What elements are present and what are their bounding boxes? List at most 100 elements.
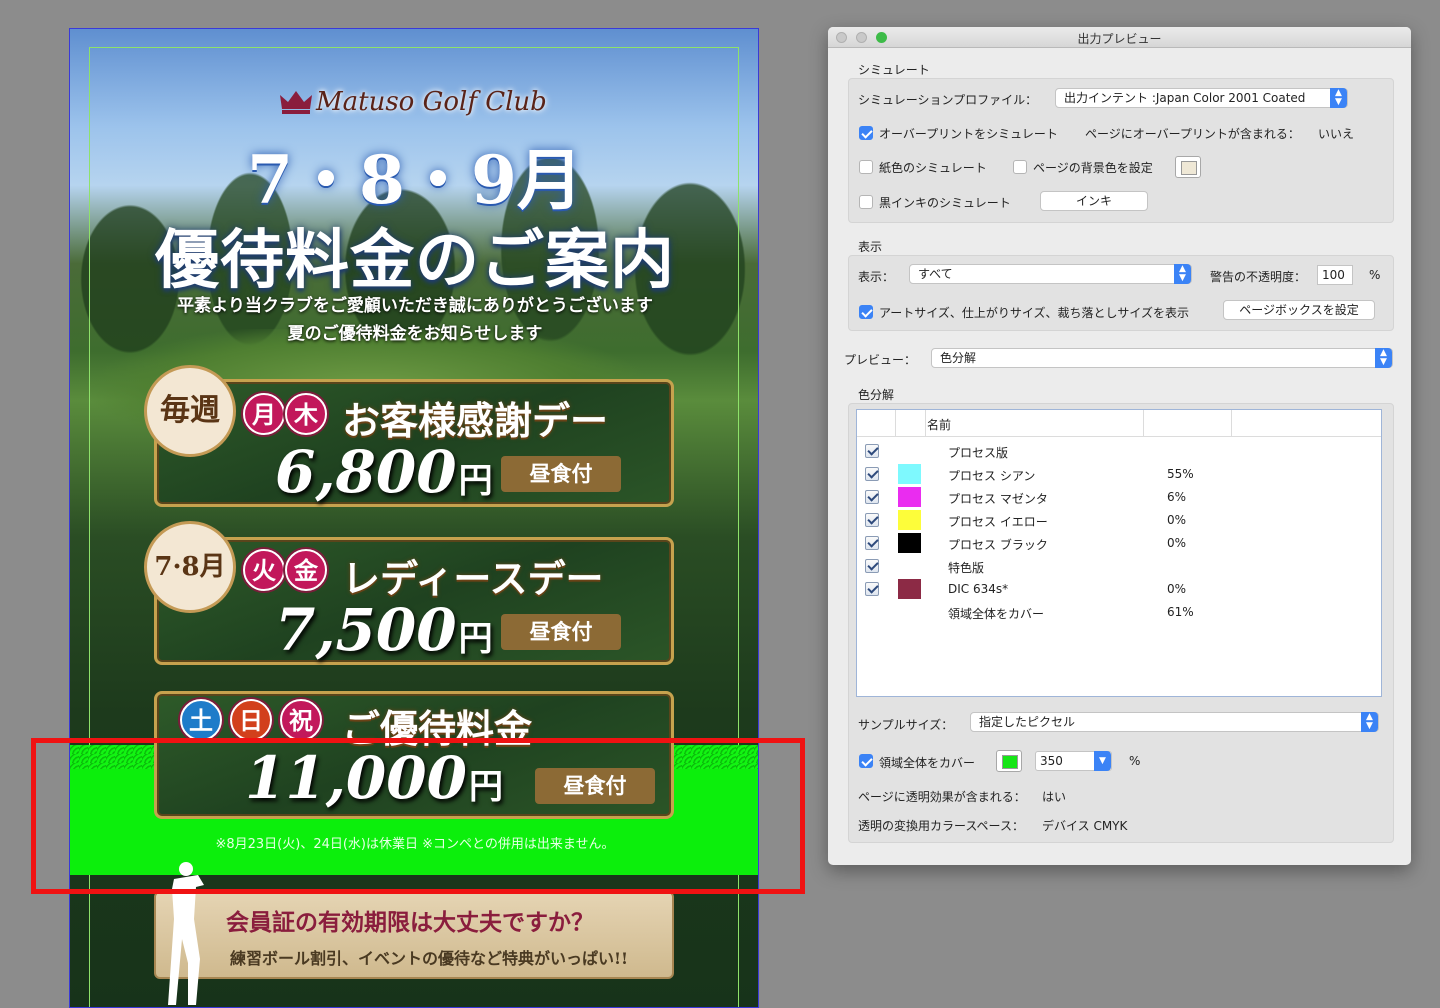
row-checkbox[interactable]: [865, 444, 879, 458]
column-header-name: 名前: [927, 418, 952, 432]
transparency-value: はい: [1042, 790, 1067, 804]
table-row[interactable]: 特色版: [857, 555, 1381, 578]
cyan-swatch: [898, 464, 921, 484]
page-bg-checkbox[interactable]: [1013, 160, 1027, 174]
coverage-value-combo[interactable]: 350 ▼: [1035, 751, 1112, 771]
row-name: プロセス ブラック: [948, 538, 1048, 552]
row-checkbox[interactable]: [865, 467, 879, 481]
black-ink-checkbox[interactable]: [859, 195, 873, 209]
row-value: 6%: [1167, 490, 1187, 504]
offer-price: 6,800円: [275, 438, 493, 506]
profile-label: シミュレーションプロファイル：: [858, 93, 1038, 107]
simulate-section-title: シミュレート: [858, 63, 930, 77]
ink-button[interactable]: インキ: [1040, 191, 1148, 211]
day-holiday-badge: 祝: [280, 699, 322, 741]
display-section-title: 表示: [858, 240, 883, 254]
black-ink-label: 黒インキのシミュレート: [879, 196, 1011, 210]
table-row[interactable]: プロセス イエロー 0%: [857, 509, 1381, 532]
row-checkbox[interactable]: [865, 513, 879, 527]
coverage-value: 350: [1040, 754, 1063, 768]
show-boxes-checkbox[interactable]: [859, 305, 873, 319]
table-row[interactable]: プロセス版: [857, 440, 1381, 463]
row-checkbox[interactable]: [865, 582, 879, 596]
row-value: 0%: [1167, 582, 1187, 596]
day-tuesday-badge: 火: [243, 549, 285, 591]
magenta-swatch: [898, 487, 921, 507]
separations-section-title: 色分解: [858, 388, 895, 402]
coverage-color-swatch-button[interactable]: [996, 750, 1022, 772]
warn-opacity-input[interactable]: 100: [1317, 265, 1353, 285]
show-select[interactable]: すべて ▲ ▼: [909, 264, 1192, 284]
show-boxes-label: アートサイズ、仕上がりサイズ、裁ち落としサイズを表示: [879, 306, 1189, 320]
header-name-col: 名前: [925, 410, 1144, 436]
page-overprint-value: いいえ: [1318, 127, 1355, 141]
chevron-updown-icon: ▲ ▼: [1174, 264, 1191, 284]
paper-color-checkbox[interactable]: [859, 160, 873, 174]
row-value: 0%: [1167, 513, 1187, 527]
club-name: Matuso Golf Club: [316, 87, 547, 117]
row-checkbox[interactable]: [865, 536, 879, 550]
weekly-badge: 毎週: [144, 365, 236, 457]
overprint-label: オーバープリントをシミュレート: [879, 127, 1058, 141]
blend-space-label: 透明の変換用カラースペース：: [858, 819, 1024, 833]
chevron-updown-icon: ▲ ▼: [1361, 712, 1378, 732]
preview-select[interactable]: 色分解 ▲ ▼: [931, 348, 1393, 368]
page-bg-label: ページの背景色を設定: [1033, 161, 1153, 175]
output-preview-panel: 出力プレビュー シミュレート シミュレーションプロファイル： 出力インテント :…: [828, 27, 1411, 865]
titlebar[interactable]: 出力プレビュー: [828, 27, 1411, 48]
lunch-badge: 昼食付: [501, 456, 621, 492]
member-subtext: 練習ボール割引、イベントの優待など特典がいっぱい!!: [230, 949, 629, 968]
black-swatch: [898, 533, 921, 553]
show-label: 表示：: [858, 270, 895, 284]
header-check-col: [857, 410, 896, 436]
intro-line-2: 夏のご優待料金をお知らせします: [287, 324, 543, 344]
separations-table-header: 名前: [857, 410, 1381, 437]
profile-select[interactable]: 出力インテント :Japan Color 2001 Coated ▲ ▼: [1055, 88, 1348, 108]
row-checkbox[interactable]: [865, 559, 879, 573]
row-name: プロセス マゼンタ: [948, 492, 1048, 506]
row-name: プロセス イエロー: [948, 515, 1048, 529]
table-row[interactable]: プロセス ブラック 0%: [857, 532, 1381, 555]
row-checkbox[interactable]: [865, 490, 879, 504]
blend-space-value: デバイス CMYK: [1042, 819, 1128, 833]
day-friday-badge: 金: [285, 549, 327, 591]
overprint-checkbox[interactable]: [859, 126, 873, 140]
table-row[interactable]: DIC 634s* 0%: [857, 578, 1381, 601]
row-name: DIC 634s*: [948, 582, 1009, 596]
row-value: 0%: [1167, 536, 1187, 550]
simulate-group: シミュレーションプロファイル： 出力インテント :Japan Color 200…: [848, 78, 1394, 223]
offer-price: 7,500円: [275, 596, 493, 664]
yellow-swatch: [898, 510, 921, 530]
show-value: すべて: [918, 267, 953, 281]
table-row[interactable]: プロセス シアン 55%: [857, 463, 1381, 486]
day-sunday-badge: 日: [230, 699, 272, 741]
member-card-banner: 会員証の有効期限は大丈夫ですか？ 練習ボール割引、イベントの優待など特典がいっぱ…: [154, 891, 674, 979]
row-value: 61%: [1167, 605, 1194, 619]
paper-color-label: 紙色のシミュレート: [879, 161, 987, 175]
row-name: プロセス版: [948, 446, 1009, 460]
row-name: 領域全体をカバー: [948, 607, 1045, 621]
coverage-percent: %: [1129, 754, 1141, 768]
page-box-button[interactable]: ページボックスを設定: [1223, 300, 1375, 320]
table-row[interactable]: プロセス マゼンタ 6%: [857, 486, 1381, 509]
coverage-checkbox[interactable]: [859, 754, 873, 768]
day-saturday-badge: 土: [180, 699, 222, 741]
period-badge: 7·8月: [144, 521, 236, 613]
preview-value: 色分解: [940, 351, 977, 365]
table-row[interactable]: 領域全体をカバー 61%: [857, 601, 1381, 624]
spot-color-swatch: [898, 579, 921, 599]
chevron-updown-icon: ▲ ▼: [1375, 348, 1392, 368]
header-value-col: [1143, 410, 1232, 436]
intro-line-1: 平素より当クラブをご愛顧いただき誠にありがとうございます: [177, 296, 653, 316]
row-name: 特色版: [948, 561, 985, 575]
transparency-label: ページに透明効果が含まれる：: [858, 790, 1026, 804]
offer-heading: レディースデー: [342, 556, 604, 601]
page-overprint-label: ページにオーバープリントが含まれる：: [1085, 127, 1300, 141]
crown-icon: [280, 91, 312, 114]
member-question: 会員証の有効期限は大丈夫ですか？: [226, 909, 594, 936]
highlight-frame: [31, 738, 805, 894]
sample-size-select[interactable]: 指定したピクセル ▲ ▼: [970, 712, 1379, 732]
bg-color-swatch-button[interactable]: [1175, 156, 1201, 178]
header-swatch-col: [895, 410, 926, 436]
flyer-title: 優待料金のご案内: [155, 223, 675, 298]
